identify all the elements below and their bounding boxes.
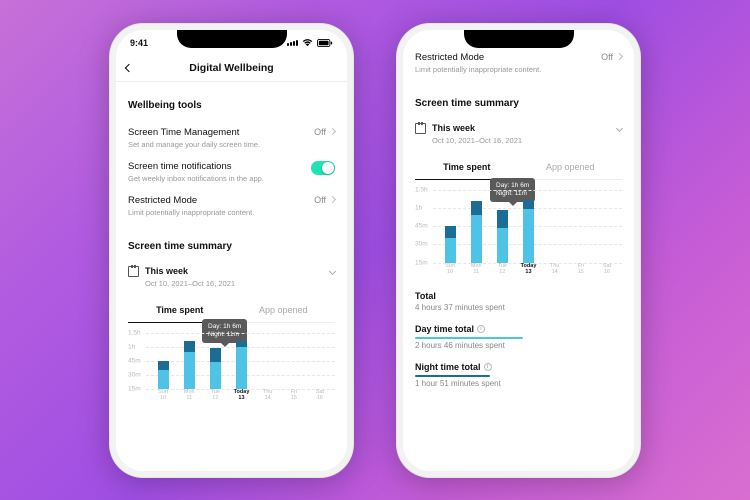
- row-restricted-mode[interactable]: Restricted Mode Limit potentially inappr…: [128, 189, 335, 223]
- restricted-value: Off: [314, 195, 326, 205]
- stm-title: Screen Time Management: [128, 127, 260, 138]
- y-tick: 30m: [415, 241, 428, 248]
- notch: [464, 30, 574, 48]
- week-label: This week: [432, 123, 475, 133]
- x-tick: Today13: [515, 263, 541, 275]
- chevron-right-icon: [329, 196, 336, 203]
- wifi-icon: [302, 39, 313, 47]
- week-range: Oct 10, 2021–Oct 16, 2021: [415, 136, 622, 145]
- summary-title: Screen time summary: [415, 98, 622, 109]
- restricted-sub: Limit potentially inappropriate content.: [415, 65, 541, 74]
- chart-bar[interactable]: [489, 210, 515, 263]
- y-tick: 30m: [128, 371, 141, 378]
- x-tick: Thu14: [255, 389, 281, 401]
- back-button[interactable]: [126, 62, 132, 74]
- summary-tabs: Time spent App opened: [415, 155, 622, 180]
- row-restricted-mode[interactable]: Restricted Mode Limit potentially inappr…: [415, 50, 622, 80]
- calendar-icon: [415, 123, 426, 134]
- chart-bar[interactable]: [515, 200, 541, 262]
- clock: 9:41: [130, 38, 148, 48]
- day-total-label: Day time total: [415, 324, 474, 334]
- x-tick: Mon11: [176, 389, 202, 401]
- x-tick: Fri15: [568, 263, 594, 275]
- restricted-title: Restricted Mode: [128, 195, 254, 206]
- notch: [177, 30, 287, 48]
- day-total-block: Day time totali 2 hours 46 minutes spent: [415, 324, 622, 350]
- screen-time-chart: Day: 1h 6m Night: 11m 1.5h1h45m30m15mSun…: [128, 323, 335, 401]
- chevron-down-icon: [329, 267, 336, 274]
- calendar-icon: [128, 266, 139, 277]
- y-tick: 45m: [128, 357, 141, 364]
- x-tick: Mon11: [463, 263, 489, 275]
- y-tick: 1.5h: [128, 329, 141, 336]
- chart-bar[interactable]: [202, 348, 228, 388]
- x-tick: Tue12: [202, 389, 228, 401]
- week-label: This week: [145, 266, 188, 276]
- summary-title: Screen time summary: [128, 241, 335, 252]
- night-total-label: Night time total: [415, 362, 481, 372]
- chart-bar[interactable]: [228, 341, 254, 389]
- chart-bar[interactable]: [463, 201, 489, 263]
- restricted-title: Restricted Mode: [415, 52, 541, 63]
- info-icon[interactable]: i: [484, 363, 492, 371]
- restricted-sub: Limit potentially inappropriate content.: [128, 208, 254, 217]
- battery-icon: [317, 39, 333, 47]
- section-title: Wellbeing tools: [128, 100, 335, 111]
- chart-bar[interactable]: [150, 361, 176, 389]
- notif-title: Screen time notifications: [128, 161, 264, 172]
- day-total-value: 2 hours 46 minutes spent: [415, 341, 622, 350]
- notifications-toggle[interactable]: [311, 161, 335, 175]
- x-tick: Tue12: [489, 263, 515, 275]
- x-tick: Today13: [228, 389, 254, 401]
- chevron-right-icon: [616, 53, 623, 60]
- y-tick: 15m: [415, 259, 428, 266]
- page-title: Digital Wellbeing: [189, 62, 273, 74]
- tab-time-spent[interactable]: Time spent: [415, 155, 519, 180]
- x-tick: Sun10: [150, 389, 176, 401]
- week-range: Oct 10, 2021–Oct 16, 2021: [128, 279, 335, 288]
- info-icon[interactable]: i: [477, 325, 485, 333]
- y-tick: 15m: [128, 385, 141, 392]
- chevron-down-icon: [616, 124, 623, 131]
- chevron-right-icon: [329, 128, 336, 135]
- nav-bar: Digital Wellbeing: [116, 56, 347, 82]
- stm-value: Off: [314, 127, 326, 137]
- total-value: 4 hours 37 minutes spent: [415, 303, 622, 312]
- tab-app-opened[interactable]: App opened: [519, 155, 623, 180]
- x-tick: Sun10: [437, 263, 463, 275]
- total-block: Total 4 hours 37 minutes spent: [415, 291, 622, 312]
- total-label: Total: [415, 291, 436, 301]
- night-total-bar: [415, 375, 490, 377]
- chart-bar[interactable]: [176, 341, 202, 388]
- week-selector[interactable]: This week: [128, 262, 335, 279]
- y-tick: 1h: [415, 204, 422, 211]
- restricted-value: Off: [601, 52, 613, 62]
- x-tick: Sat16: [594, 263, 620, 275]
- x-tick: Thu14: [542, 263, 568, 275]
- y-tick: 1h: [128, 343, 135, 350]
- phone-right: Restricted Mode Limit potentially inappr…: [396, 23, 641, 478]
- row-screen-time-management[interactable]: Screen Time Management Set and manage yo…: [128, 121, 335, 155]
- night-total-value: 1 hour 51 minutes spent: [415, 379, 622, 388]
- y-tick: 45m: [415, 223, 428, 230]
- row-notifications[interactable]: Screen time notifications Get weekly inb…: [128, 155, 335, 189]
- x-tick: Sat16: [307, 389, 333, 401]
- y-tick: 1.5h: [415, 186, 428, 193]
- chart-bar[interactable]: [437, 226, 463, 262]
- tab-app-opened[interactable]: App opened: [232, 298, 336, 323]
- notif-sub: Get weekly inbox notifications in the ap…: [128, 174, 264, 183]
- stm-sub: Set and manage your daily screen time.: [128, 140, 260, 149]
- screen-time-chart: Day: 1h 6m Night: 11m 1.5h1h45m30m15mSun…: [415, 180, 622, 275]
- week-selector[interactable]: This week: [415, 119, 622, 136]
- phone-left: 9:41 Digital Wellbeing Wellbeing tools S…: [109, 23, 354, 478]
- day-total-bar: [415, 337, 523, 339]
- night-total-block: Night time totali 1 hour 51 minutes spen…: [415, 362, 622, 388]
- x-tick: Fri15: [281, 389, 307, 401]
- signal-icon: [287, 40, 298, 46]
